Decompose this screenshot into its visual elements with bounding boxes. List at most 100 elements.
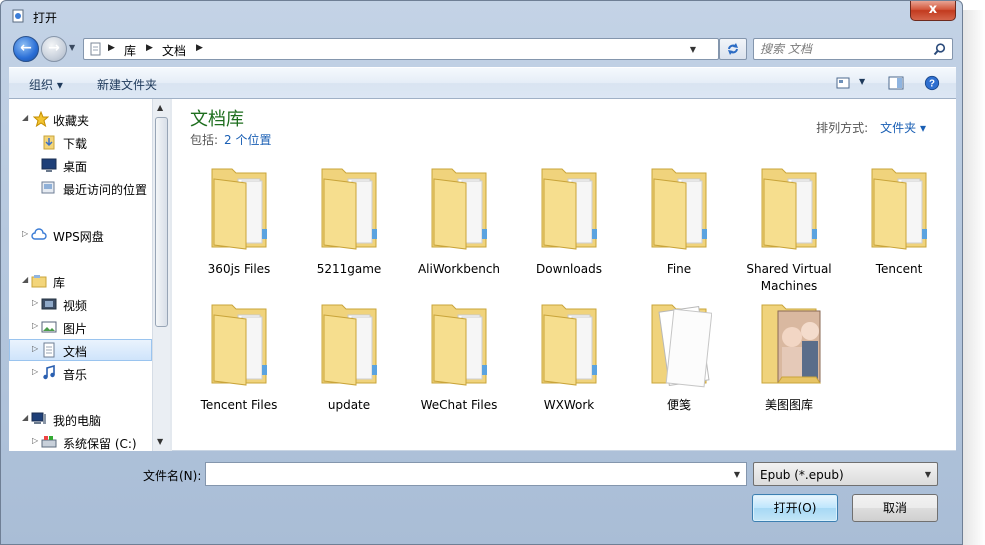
pane-divider[interactable] bbox=[170, 99, 172, 451]
filename-label: 文件名(N): bbox=[143, 469, 202, 483]
breadcrumb-libraries[interactable]: 库 bbox=[124, 42, 136, 59]
open-dialog: 打开 x ← → ▼ ▶ 库 ▶ 文档 ▶ ▼ 搜索 文档 组织 ▾ 新建文件夹… bbox=[0, 0, 963, 545]
pictures-icon bbox=[41, 321, 57, 333]
title-bar[interactable]: 打开 x bbox=[1, 1, 962, 33]
expand-arrow-icon[interactable]: ▷ bbox=[32, 321, 38, 330]
folder-item[interactable]: 5211game bbox=[294, 161, 404, 291]
folder-label: 美图图库 bbox=[764, 398, 813, 412]
back-button[interactable]: ← bbox=[13, 36, 39, 62]
folder-label: AliWorkbench bbox=[417, 262, 501, 276]
expand-arrow-icon[interactable]: ▷ bbox=[32, 298, 38, 307]
preview-pane-icon[interactable] bbox=[887, 75, 905, 91]
collapse-arrow-icon[interactable]: ◢ bbox=[22, 113, 28, 122]
breadcrumb-separator-icon[interactable]: ▶ bbox=[196, 43, 203, 53]
folder-icon bbox=[431, 168, 487, 250]
view-dropdown-icon[interactable]: ▼ bbox=[859, 77, 865, 86]
sidebar-label: 图片 bbox=[63, 322, 88, 336]
svg-text:?: ? bbox=[929, 79, 935, 90]
expand-arrow-icon[interactable]: ▷ bbox=[32, 344, 38, 353]
folder-icon bbox=[321, 168, 377, 250]
refresh-icon bbox=[728, 43, 738, 55]
recent-places-icon bbox=[41, 181, 55, 194]
filename-input[interactable]: ▼ bbox=[205, 462, 747, 486]
collapse-arrow-icon[interactable]: ◢ bbox=[22, 275, 28, 284]
sidebar-label: 桌面 bbox=[63, 160, 88, 174]
window-title: 打开 bbox=[33, 11, 58, 25]
navigation-scrollbar[interactable]: ▲ ▼ bbox=[152, 99, 170, 451]
sidebar-label: 下载 bbox=[63, 137, 88, 151]
open-button[interactable]: 打开(O) bbox=[752, 494, 838, 522]
file-type-dropdown-icon[interactable]: ▼ bbox=[925, 470, 931, 479]
scroll-down-icon[interactable]: ▼ bbox=[157, 437, 163, 446]
breadcrumb-separator-icon[interactable]: ▶ bbox=[108, 43, 115, 53]
help-icon[interactable]: ? bbox=[923, 75, 941, 91]
folder-item[interactable]: 便笺 bbox=[624, 297, 734, 427]
folder-item[interactable]: Tencent Files bbox=[184, 297, 294, 427]
search-icon[interactable] bbox=[933, 43, 946, 56]
folder-icon bbox=[211, 304, 267, 386]
folder-item[interactable]: Tencent bbox=[844, 161, 954, 291]
folder-item[interactable]: WeChat Files bbox=[404, 297, 514, 427]
sticky-notes-folder-icon bbox=[651, 304, 712, 388]
folder-item[interactable]: 美图图库 bbox=[734, 297, 844, 427]
folder-icon bbox=[651, 168, 707, 250]
search-box[interactable] bbox=[753, 38, 953, 60]
scrollbar-thumb[interactable] bbox=[155, 117, 168, 327]
folder-item[interactable]: Downloads bbox=[514, 161, 624, 291]
organize-menu[interactable]: 组织 ▾ bbox=[29, 76, 63, 93]
content-area: ◢ 收藏夹 下载 桌面 最近访问的位置 ▷ WPS网盘 ◢ 库 ▷ 视频 ▷ 图… bbox=[9, 99, 956, 451]
sidebar-item-libraries[interactable]: ◢ 库 bbox=[9, 270, 152, 292]
cloud-icon bbox=[31, 228, 47, 240]
sidebar-item-documents[interactable]: ▷ 文档 bbox=[9, 339, 152, 361]
forward-button[interactable]: → bbox=[41, 36, 67, 62]
filename-dropdown-icon[interactable]: ▼ bbox=[734, 470, 740, 479]
folder-item[interactable]: Fine bbox=[624, 161, 734, 291]
sidebar-item-recent[interactable]: 最近访问的位置 bbox=[9, 177, 152, 199]
refresh-button[interactable] bbox=[719, 38, 747, 60]
address-dropdown-icon[interactable]: ▼ bbox=[690, 45, 696, 54]
folder-icon bbox=[541, 304, 597, 386]
breadcrumb-separator-icon[interactable]: ▶ bbox=[146, 43, 153, 53]
folder-label: update bbox=[327, 398, 371, 412]
sidebar-label: 我的电脑 bbox=[53, 414, 102, 428]
new-folder-button[interactable]: 新建文件夹 bbox=[97, 76, 157, 93]
sidebar-item-pictures[interactable]: ▷ 图片 bbox=[9, 316, 152, 338]
folder-label: Tencent bbox=[875, 262, 923, 276]
sidebar-item-desktop[interactable]: 桌面 bbox=[9, 154, 152, 176]
sidebar-label: 收藏夹 bbox=[53, 114, 90, 128]
folder-icon bbox=[761, 168, 817, 250]
expand-arrow-icon[interactable]: ▷ bbox=[32, 367, 38, 376]
sidebar-item-favorites[interactable]: ◢ 收藏夹 bbox=[9, 108, 152, 130]
breadcrumb-documents[interactable]: 文档 bbox=[162, 42, 186, 59]
expand-arrow-icon[interactable]: ▷ bbox=[32, 436, 38, 445]
collapse-arrow-icon[interactable]: ◢ bbox=[22, 413, 28, 422]
back-arrow-icon: ← bbox=[20, 40, 32, 56]
includes-locations-link[interactable]: 2 个位置 bbox=[224, 133, 271, 147]
folder-item[interactable]: WXWork bbox=[514, 297, 624, 427]
sidebar-item-computer[interactable]: ◢ 我的电脑 bbox=[9, 408, 152, 430]
search-input[interactable] bbox=[760, 41, 928, 57]
sidebar-item-wps[interactable]: ▷ WPS网盘 bbox=[9, 224, 152, 246]
scroll-up-icon[interactable]: ▲ bbox=[157, 103, 163, 112]
folder-item[interactable]: 360js Files bbox=[184, 161, 294, 291]
sidebar-item-downloads[interactable]: 下载 bbox=[9, 131, 152, 153]
folder-item[interactable]: update bbox=[294, 297, 404, 427]
folder-item[interactable]: AliWorkbench bbox=[404, 161, 514, 291]
sidebar-item-system-drive[interactable]: ▷ 系统保留 (C:) bbox=[9, 431, 152, 451]
folder-icon bbox=[211, 168, 267, 250]
close-button[interactable]: x bbox=[910, 1, 956, 21]
library-icon bbox=[31, 275, 47, 288]
arrange-dropdown[interactable]: 文件夹 ▾ bbox=[880, 121, 926, 135]
file-type-select[interactable]: Epub (*.epub) ▼ bbox=[753, 462, 938, 486]
address-bar[interactable]: ▶ 库 ▶ 文档 ▶ ▼ bbox=[83, 38, 719, 60]
view-options-icon[interactable] bbox=[835, 75, 853, 91]
recent-pages-dropdown[interactable]: ▼ bbox=[69, 43, 79, 55]
folder-label: WXWork bbox=[543, 398, 595, 412]
folder-label: Fine bbox=[666, 262, 692, 276]
sidebar-item-videos[interactable]: ▷ 视频 bbox=[9, 293, 152, 315]
folder-item[interactable]: Shared Virtual Machines bbox=[734, 161, 844, 293]
sidebar-item-music[interactable]: ▷ 音乐 bbox=[9, 362, 152, 384]
folder-label: 360js Files bbox=[207, 262, 271, 276]
expand-arrow-icon[interactable]: ▷ bbox=[22, 229, 28, 238]
cancel-button[interactable]: 取消 bbox=[852, 494, 938, 522]
